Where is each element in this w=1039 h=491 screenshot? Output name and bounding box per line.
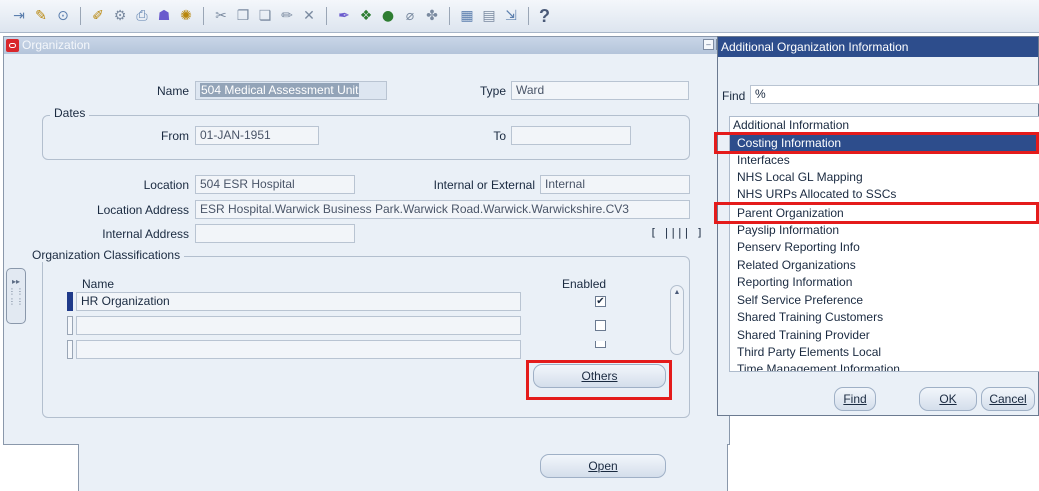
help-icon[interactable]: ? [539, 6, 550, 27]
row-indicator[interactable] [67, 292, 73, 311]
list-item[interactable]: Interfaces [730, 152, 1039, 169]
list-item[interactable]: Related Organizations [730, 257, 1039, 274]
switch-icon[interactable]: ⊙ [54, 7, 72, 25]
open-button[interactable]: Open [540, 454, 666, 478]
classifications-scrollbar[interactable]: ▲ [670, 285, 684, 355]
list-item[interactable]: Penserv Reporting Info [730, 239, 1039, 256]
location-address-label: Location Address [96, 203, 189, 217]
from-field[interactable]: 01-JAN-1951 [195, 126, 319, 145]
additional-info-list: Additional Information Costing Informati… [729, 116, 1039, 372]
toolbar-separator [326, 7, 327, 25]
dialog-cancel-button[interactable]: Cancel [981, 387, 1035, 411]
organization-window: Organization – □ Name 504 Medical Assess… [3, 36, 730, 445]
list-item[interactable]: Reporting Information [730, 274, 1039, 291]
from-label: From [161, 129, 189, 143]
flag-icon[interactable]: ☗ [155, 7, 173, 25]
col-name-header: Name [82, 277, 115, 291]
enabled-checkbox-3[interactable] [595, 341, 606, 348]
location-label: Location [143, 178, 189, 192]
list-item[interactable]: Shared Training Customers [730, 309, 1039, 326]
toolbar: ⇥ ✎ ⊙ ✐ ⚙ ⎙ ☗ ✺ ✂ ❐ ❏ ✏ ✕ ✒ ❖ ● ⌀ ✤ ▦ ▤ … [0, 0, 1039, 33]
save-icon[interactable]: ✎ [32, 7, 50, 25]
list-header: Additional Information [730, 117, 1039, 135]
enabled-checkbox-1[interactable]: ✔ [595, 296, 606, 307]
clear-record-icon[interactable]: ✕ [300, 7, 318, 25]
list-item[interactable]: NHS URPs Allocated to SSCs [730, 186, 1039, 203]
scroll-up-icon[interactable]: ▲ [673, 289, 681, 297]
name-value: 504 Medical Assessment Unit [200, 83, 360, 97]
cut-icon[interactable]: ✂ [212, 7, 230, 25]
edit-icon[interactable]: ✒ [335, 7, 353, 25]
list-item[interactable]: Payslip Information [730, 222, 1039, 239]
window-titlebar[interactable]: Organization – □ [4, 37, 729, 54]
dialog-ok-button[interactable]: OK [919, 387, 977, 411]
dialog-find-button[interactable]: Find [834, 387, 876, 411]
internal-address-field[interactable] [195, 224, 355, 243]
clear-icon[interactable]: ✏ [278, 7, 296, 25]
classifications-title: Organization Classifications [28, 248, 185, 262]
enabled-checkbox-2[interactable] [595, 320, 606, 331]
others-button[interactable]: Others [533, 364, 666, 388]
minimize-icon[interactable]: – [703, 39, 714, 50]
name-field[interactable]: 504 Medical Assessment Unit [195, 81, 387, 100]
to-label: To [493, 129, 506, 143]
lower-panel: Open [78, 444, 728, 491]
print-icon[interactable]: ⎙ [133, 7, 151, 25]
name-label: Name [156, 84, 189, 98]
globe-icon[interactable]: ● [379, 7, 397, 25]
toolbar-separator [449, 7, 450, 25]
internal-external-label: Internal or External [433, 178, 535, 192]
list-item[interactable]: Self Service Preference [730, 292, 1039, 309]
list-item[interactable]: Time Management Information [730, 361, 1039, 371]
classification-row-1[interactable]: HR Organization [76, 292, 521, 311]
to-field[interactable] [511, 126, 631, 145]
type-field[interactable]: Ward [511, 81, 689, 100]
side-drawer-tab[interactable]: ▸▸ ⋮⋮ ⋮⋮ [6, 268, 26, 324]
dialog-find-label: Find [722, 89, 746, 103]
exit-icon[interactable]: ⇲ [502, 7, 520, 25]
calendar2-icon[interactable]: ▤ [480, 7, 498, 25]
dialog-title[interactable]: Additional Organization Information [718, 37, 1038, 57]
row-indicator[interactable] [67, 340, 73, 359]
location-address-field[interactable]: ESR Hospital.Warwick Business Park.Warwi… [195, 200, 690, 219]
new-icon[interactable]: ⇥ [10, 7, 28, 25]
list-item[interactable]: Third Party Elements Local [730, 344, 1039, 361]
list-item[interactable]: Parent Organization [730, 205, 1039, 222]
open-icon[interactable]: ✐ [89, 7, 107, 25]
list-item[interactable]: NHS Local GL Mapping [730, 169, 1039, 186]
dates-group-title: Dates [50, 106, 90, 120]
oracle-logo-icon [6, 39, 19, 52]
attachments-icon[interactable]: ❖ [357, 7, 375, 25]
classification-row-3[interactable] [76, 340, 521, 359]
find-icon[interactable]: ⚙ [111, 7, 129, 25]
flex-field-icon[interactable]: [ |||| ] [650, 226, 703, 239]
window-title: Organization [22, 38, 91, 52]
list-item[interactable]: Costing Information [730, 135, 1039, 152]
help-folder-icon[interactable]: ✤ [423, 7, 441, 25]
classification-row-2[interactable] [76, 316, 521, 335]
internal-address-label: Internal Address [102, 227, 189, 241]
additional-info-dialog: Additional Organization Information Find… [717, 36, 1039, 416]
dialog-find-input[interactable]: % [750, 85, 1039, 104]
paste-icon[interactable]: ❏ [256, 7, 274, 25]
copy-icon[interactable]: ❐ [234, 7, 252, 25]
internal-external-field[interactable]: Internal [540, 175, 690, 194]
drawer-grip-icon: ▸▸ ⋮⋮ ⋮⋮ [8, 277, 24, 306]
paperclip-icon[interactable]: ⌀ [401, 7, 419, 25]
type-label: Type [479, 84, 506, 98]
location-field[interactable]: 504 ESR Hospital [195, 175, 355, 194]
col-enabled-header: Enabled [562, 277, 607, 291]
toolbar-icons: ⇥ ✎ ⊙ ✐ ⚙ ⎙ ☗ ✺ ✂ ❐ ❏ ✏ ✕ ✒ ❖ ● ⌀ ✤ ▦ ▤ … [8, 5, 550, 27]
toolbar-separator [203, 7, 204, 25]
zoom-icon[interactable]: ✺ [177, 7, 195, 25]
toolbar-separator [528, 7, 529, 25]
toolbar-separator [80, 7, 81, 25]
calendar-icon[interactable]: ▦ [458, 7, 476, 25]
list-item[interactable]: Shared Training Provider [730, 327, 1039, 344]
row-indicator[interactable] [67, 316, 73, 335]
